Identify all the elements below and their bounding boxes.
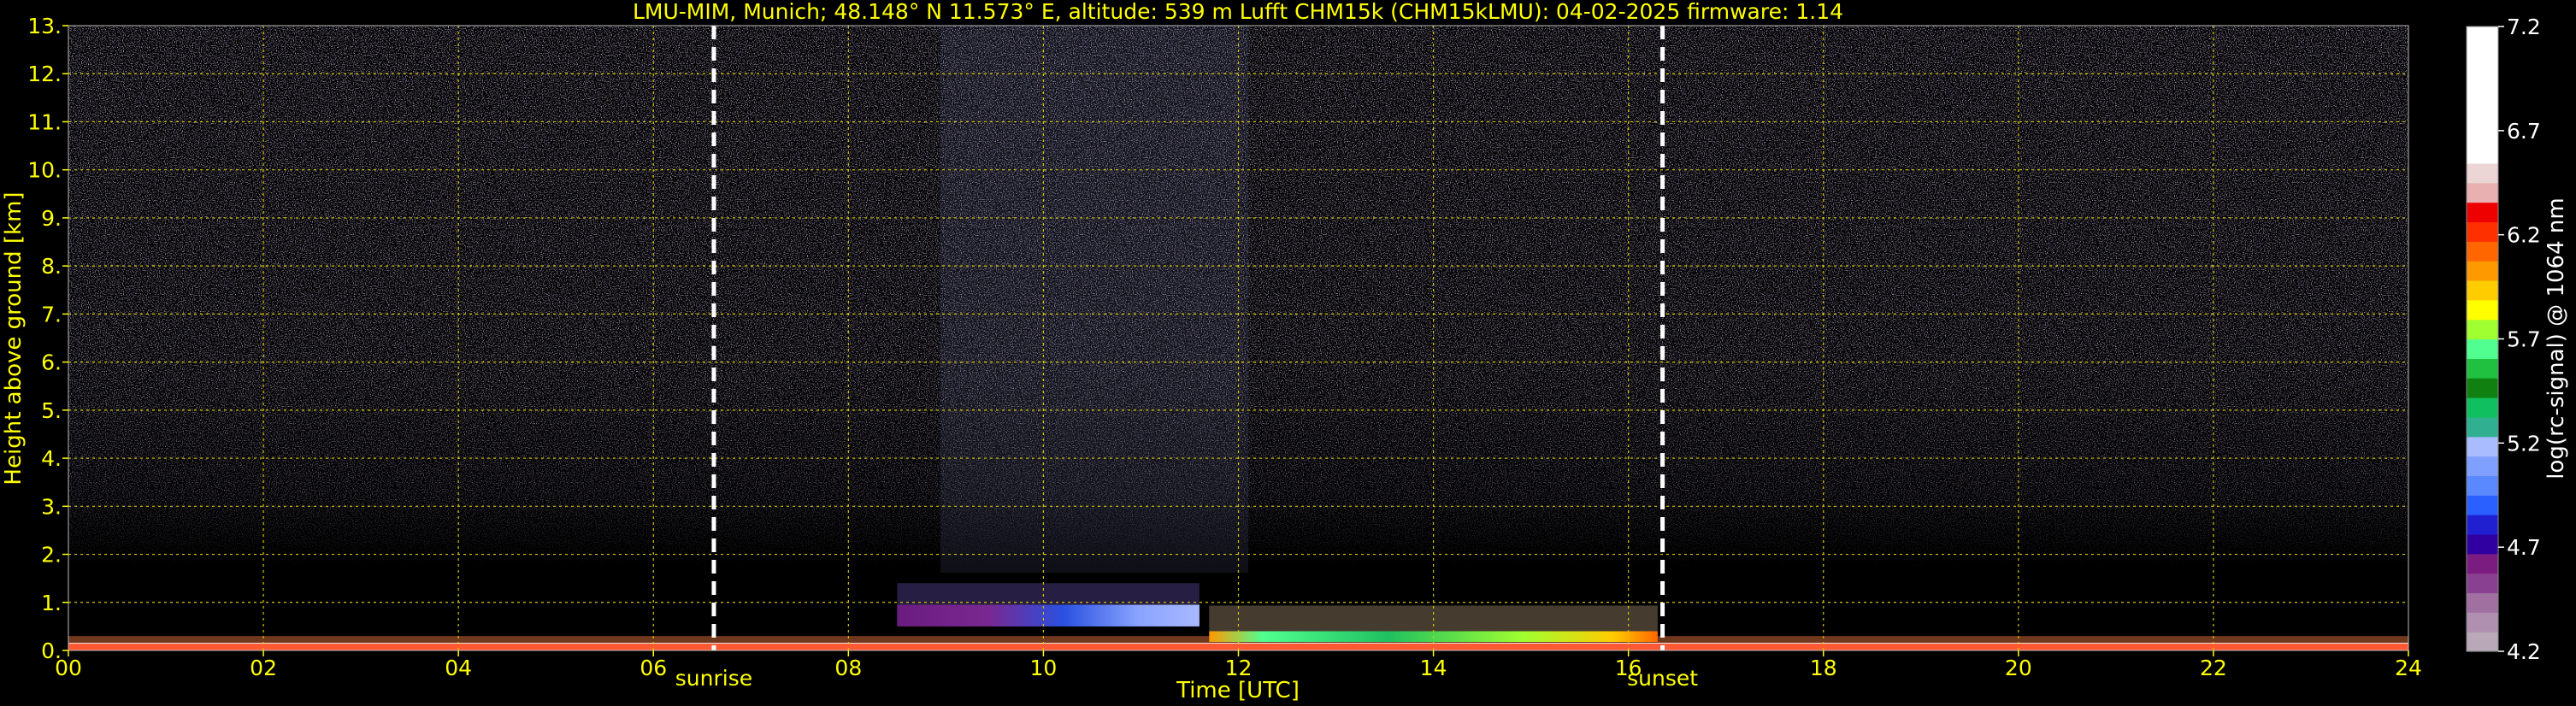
y-tick-label: 10. [27,158,62,183]
colorbar-swatch [2467,612,2498,632]
y-tick-label: 4. [41,446,62,471]
colorbar-swatch [2467,632,2498,652]
colorbar-swatch [2467,221,2498,242]
colorbar: 4.2 4.7 5.2 5.7 6.2 6.7 7.2 log(rc-signal) @ 1… [2466,15,2569,664]
y-tick-label: 7. [41,302,62,327]
y-tick-label: 12. [27,62,62,86]
colorbar-swatch [2467,241,2498,262]
colorbar-swatch [2467,182,2498,203]
colorbar-swatch [2467,26,2498,47]
x-tick-label: 08 [834,656,862,680]
colorbar-tick-label: 5.2 [2507,431,2541,456]
colorbar-swatch [2467,279,2498,301]
sunset-label: sunset [1627,666,1698,691]
colorbar-swatch [2467,104,2498,125]
x-axis-label: Time [UTC] [1176,678,1300,703]
y-tick-label: 13. [27,14,62,38]
sunrise-label: sunrise [675,666,752,691]
colorbar-swatch [2467,416,2498,438]
y-tick-label: 1. [41,591,62,615]
colorbar-swatch [2467,162,2498,184]
morning-layer-core [897,604,1200,627]
colorbar-swatch [2467,144,2498,164]
colorbar-swatch [2467,573,2498,594]
y-tick-label: 5. [41,398,62,423]
colorbar-swatch [2467,45,2498,67]
colorbar-swatch [2467,378,2498,398]
y-tick-label: 11. [27,109,62,134]
colorbar-swatch [2467,319,2498,340]
colorbar-ticks: 4.2 4.7 5.2 5.7 6.2 6.7 7.2 [2498,15,2541,664]
colorbar-tick-label: 4.2 [2507,639,2541,664]
colorbar-swatch [2467,515,2498,535]
y-axis: 0. 1. 2. 3. 4. 5. 6. 7. 8. 9. 10. 11. 12. 13. [27,14,68,663]
colorbar-swatch [2467,456,2498,477]
colorbar-swatch [2467,85,2498,105]
x-tick-label: 06 [640,656,667,680]
colorbar-tick-label: 6.2 [2507,223,2541,248]
ceilometer-chart: 00 02 04 06 08 10 12 14 16 18 20 22 24sunrise sunset … [1,0,2569,703]
daytime-noise-haze [940,26,1248,573]
colorbar-swatch [2467,592,2498,613]
y-tick-label: 0. [41,638,62,663]
colorbar-tick-label: 4.7 [2507,535,2541,560]
y-tick-label: 6. [41,350,62,375]
colorbar-swatch [2467,202,2498,223]
plot-area [68,25,2409,651]
x-tick-label: 24 [2395,656,2422,680]
colorbar-swatch [2467,358,2498,379]
colorbar-swatch [2467,436,2498,457]
colorbar-swatch [2467,338,2498,359]
chart-title: LMU-MIM, Munich; 48.148° N 11.573° E, al… [633,0,1843,24]
colorbar-tick-label: 7.2 [2507,15,2541,39]
colorbar-swatch [2467,475,2498,496]
y-tick-label: 3. [41,494,62,519]
y-tick-label: 2. [41,543,62,568]
y-tick-label: 8. [41,254,62,279]
x-tick-label: 10 [1030,656,1058,680]
colorbar-label: log(rc-signal) @ 1064 nm [2544,197,2569,479]
y-axis-label: Height above ground [km] [1,191,27,485]
x-tick-label: 02 [250,656,277,680]
colorbar-swatch [2467,261,2498,281]
colorbar-swatch [2467,124,2498,144]
y-tick-label: 9. [41,206,62,231]
colorbar-swatch [2467,495,2498,515]
x-tick-label: 20 [2005,656,2032,680]
colorbar-swatch [2467,397,2498,418]
colorbar-swatch [2467,299,2498,321]
x-tick-label: 12 [1225,656,1253,680]
colorbar-tick-label: 5.7 [2507,327,2541,352]
x-tick-label: 18 [1810,656,1837,680]
x-tick-label: 14 [1420,656,1447,680]
x-tick-label: 04 [445,656,472,680]
colorbar-swatches [2467,26,2498,652]
colorbar-swatch [2467,553,2498,574]
x-tick-label: 22 [2200,656,2227,680]
colorbar-swatch [2467,533,2498,555]
colorbar-swatch [2467,65,2498,86]
colorbar-tick-label: 6.7 [2507,119,2541,144]
